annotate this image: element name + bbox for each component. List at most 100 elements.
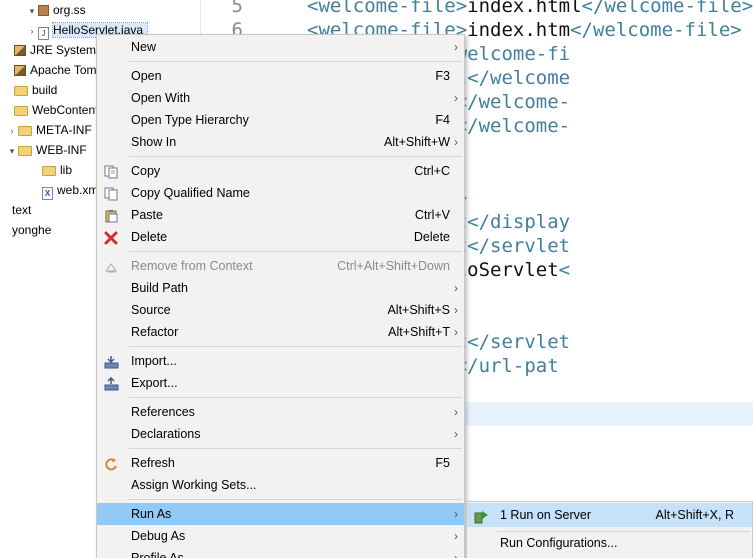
context-menu: New › Open F3 Open With › Open Type Hierarchy F… (96, 34, 465, 558)
menu-item-references[interactable]: References › (97, 401, 464, 423)
tree-item[interactable]: yonghe (0, 220, 51, 240)
submenu-arrow-icon: › (454, 303, 458, 317)
tree-item[interactable]: lib (30, 160, 72, 180)
submenu-arrow-icon: › (454, 40, 458, 54)
submenu-item-label: Run Configurations... (500, 536, 618, 550)
package-icon (38, 5, 49, 16)
tree-item[interactable]: text (0, 200, 31, 220)
xml-close-tag: </url-pat (455, 355, 559, 377)
menu-item-import[interactable]: Import... (97, 350, 464, 372)
tree-item-label: web.xml (57, 183, 102, 197)
submenu-item-run-configurations[interactable]: Run Configurations... (467, 531, 752, 555)
menu-item-label: References (131, 405, 195, 419)
menu-item-run-as[interactable]: Run As › (97, 503, 464, 525)
xml-close-tag: </welcome- (455, 115, 571, 137)
tree-item[interactable]: Xweb.xml (30, 180, 101, 200)
menu-item-shortcut: Alt+Shift+S (387, 303, 450, 317)
menu-item-source[interactable]: Source Alt+Shift+S › (97, 299, 464, 321)
folder-icon (18, 126, 32, 136)
menu-item-label: Assign Working Sets... (131, 478, 257, 492)
expand-toggle-icon[interactable]: ▾ (26, 1, 38, 21)
code-line: 5 <welcome-file>index.html</welcome-file> (201, 0, 753, 18)
xml-close-tag: </servlet (467, 331, 571, 353)
line-number: 5 (231, 0, 243, 17)
menu-item-assign-working-sets[interactable]: Assign Working Sets... (97, 474, 464, 496)
menu-item-profile-as[interactable]: Profile As › (97, 547, 464, 558)
menu-item-show-in[interactable]: Show In Alt+Shift+W › (97, 131, 464, 153)
tree-item-label: text (12, 203, 32, 217)
menu-item-shortcut: Ctrl+V (414, 208, 450, 222)
expand-toggle-icon[interactable]: › (6, 121, 18, 141)
tree-item-label: WebContent (32, 103, 99, 117)
xml-close-tag: </servlet (467, 235, 571, 257)
xml-close-tag: < (558, 259, 571, 281)
xml-text: index.html (467, 0, 582, 17)
menu-item-label: Profile As (131, 551, 184, 558)
tree-item[interactable]: › META-INF (6, 120, 92, 140)
tree-item[interactable]: build (2, 80, 57, 100)
submenu-arrow-icon: › (454, 281, 458, 295)
menu-separator (129, 346, 462, 347)
menu-item-paste[interactable]: Paste Ctrl+V (97, 204, 464, 226)
copy-icon (104, 164, 119, 179)
menu-item-label: Source (131, 303, 171, 317)
tree-item-label: META-INF (36, 123, 92, 137)
xml-close-tag: </display (467, 211, 571, 233)
menu-item-label: Copy (131, 164, 161, 178)
menu-item-shortcut: Delete (413, 230, 450, 244)
xml-close-tag: </welcome-file> (581, 0, 753, 17)
submenu-item-shortcut: Alt+Shift+X, R (655, 508, 734, 522)
menu-item-copy[interactable]: Copy Ctrl+C (97, 160, 464, 182)
menu-item-label: Debug As (131, 529, 186, 543)
menu-item-shortcut: Alt+Shift+T (388, 325, 450, 339)
import-icon (104, 354, 119, 369)
submenu-arrow-icon: › (454, 91, 458, 105)
library-icon (14, 65, 26, 76)
menu-item-open[interactable]: Open F3 (97, 65, 464, 87)
menu-item-label: Paste (131, 208, 163, 222)
xml-close-tag: </welcome-file> (570, 19, 742, 41)
menu-item-shortcut: F4 (435, 113, 450, 127)
tree-item[interactable]: ▾ org.ss (26, 0, 86, 20)
menu-item-remove-from-context: Remove from Context Ctrl+Alt+Shift+Down (97, 255, 464, 277)
menu-item-delete[interactable]: Delete Delete (97, 226, 464, 248)
menu-item-label: Refactor (131, 325, 179, 339)
menu-item-label: Show In (131, 135, 177, 149)
menu-item-shortcut: F5 (435, 456, 450, 470)
menu-item-debug-as[interactable]: Debug As › (97, 525, 464, 547)
xml-file-icon: X (42, 187, 53, 200)
menu-item-export[interactable]: Export... (97, 372, 464, 394)
delete-icon (104, 230, 119, 245)
menu-item-declarations[interactable]: Declarations › (97, 423, 464, 445)
menu-item-build-path[interactable]: Build Path › (97, 277, 464, 299)
tree-item-label: lib (60, 163, 73, 177)
submenu-item-label: 1 Run on Server (500, 508, 592, 522)
expand-toggle-icon[interactable]: › (26, 21, 38, 41)
submenu-arrow-icon: › (454, 551, 458, 558)
copy-qualified-icon (104, 186, 119, 201)
submenu-item-1-run-on-server[interactable]: 1 Run on Server Alt+Shift+X, R (467, 503, 752, 527)
menu-item-shortcut: Ctrl+Alt+Shift+Down (337, 259, 450, 273)
tree-item[interactable]: WebContent (2, 100, 99, 120)
menu-item-refresh[interactable]: Refresh F5 (97, 452, 464, 474)
tree-item-label: build (32, 83, 58, 97)
menu-item-refactor[interactable]: Refactor Alt+Shift+T › (97, 321, 464, 343)
folder-icon (18, 146, 32, 156)
menu-separator (129, 61, 462, 62)
menu-item-label: Open With (131, 91, 191, 105)
tree-item[interactable]: ▾ WEB-INF (6, 140, 87, 160)
submenu-arrow-icon: › (454, 507, 458, 521)
menu-item-label: Delete (131, 230, 168, 244)
menu-item-open-type-hierarchy[interactable]: Open Type Hierarchy F4 (97, 109, 464, 131)
menu-item-label: Declarations (131, 427, 201, 441)
menu-item-copy-qualified-name[interactable]: Copy Qualified Name (97, 182, 464, 204)
tree-item-label: org.ss (53, 3, 86, 17)
menu-item-label: Remove from Context (131, 259, 253, 273)
menu-item-label: Import... (131, 354, 177, 368)
submenu-arrow-icon: › (454, 529, 458, 543)
library-icon (14, 45, 26, 56)
expand-toggle-icon[interactable]: ▾ (6, 141, 18, 161)
run-server-icon (474, 508, 489, 524)
menu-item-open-with[interactable]: Open With › (97, 87, 464, 109)
menu-item-new[interactable]: New › (97, 36, 464, 58)
